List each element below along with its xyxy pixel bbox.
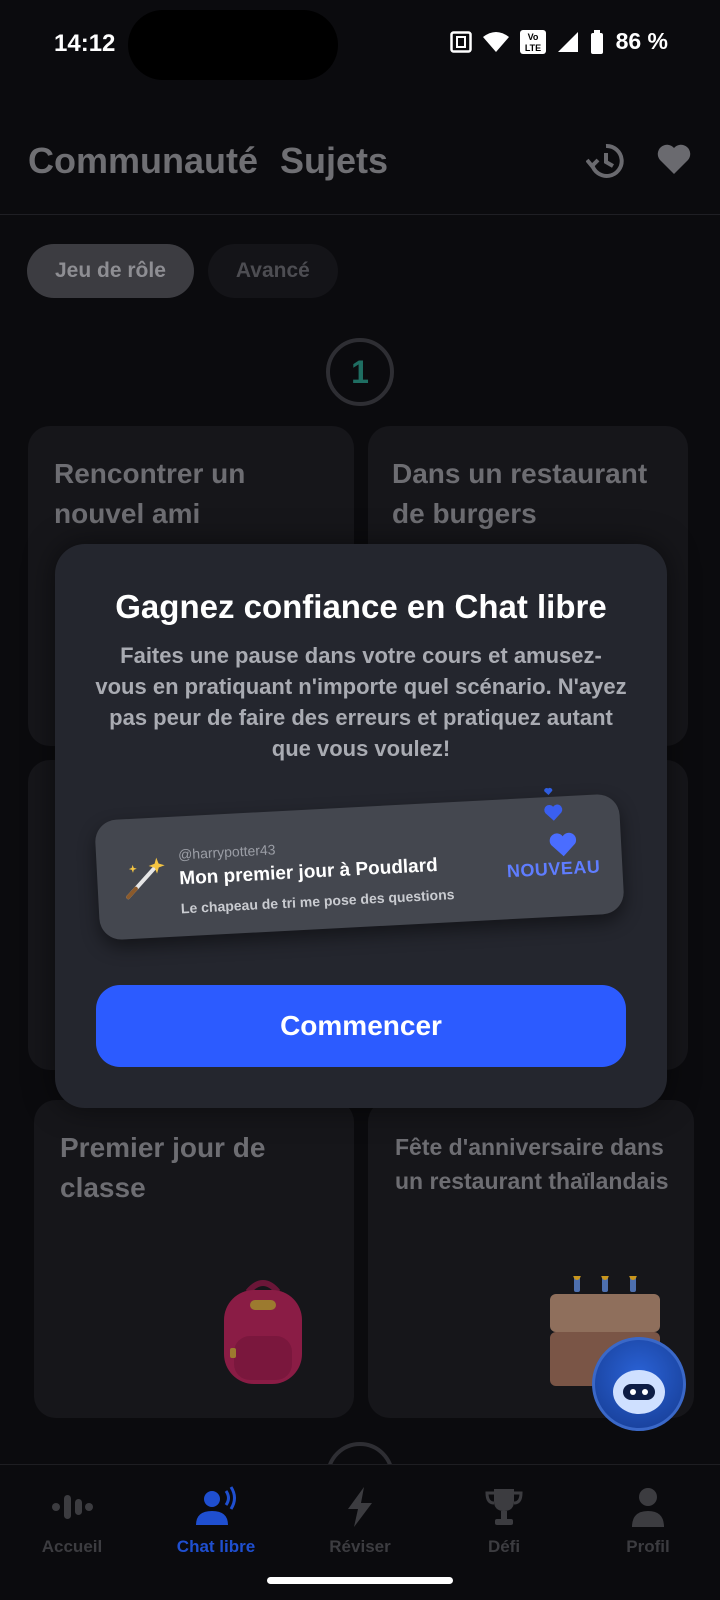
step-indicator: 1	[326, 338, 394, 406]
status-time: 14:12	[54, 30, 116, 57]
nav-label: Chat libre	[176, 1537, 256, 1556]
tab-communaute[interactable]: Communauté	[28, 140, 258, 182]
topic-card-title: Rencontrer un nouvel ami	[54, 458, 246, 529]
heart-icon[interactable]	[656, 142, 692, 176]
home-indicator[interactable]	[267, 1577, 453, 1584]
history-icon[interactable]	[586, 142, 624, 180]
status-bar: 14:12 Vo LTE 86 %	[0, 0, 720, 90]
filter-chips: Jeu de rôle Avancé	[27, 244, 338, 298]
scenario-author: @harrypotter43	[177, 841, 276, 863]
camera-cutout	[128, 10, 338, 80]
nav-item-defi[interactable]: Défi	[444, 1485, 564, 1557]
battery-percentage: 86 %	[615, 28, 668, 54]
lightning-icon	[348, 1487, 372, 1527]
header-actions	[586, 142, 692, 180]
chip-jeu-de-role[interactable]: Jeu de rôle	[27, 244, 194, 298]
nav-item-chat-libre[interactable]: Chat libre	[156, 1485, 276, 1557]
trophy-icon	[485, 1489, 523, 1525]
chip-avance[interactable]: Avancé	[207, 244, 338, 298]
scenario-preview-card: @harrypotter43 Mon premier jour à Poudla…	[94, 787, 625, 941]
promo-dialog: Gagnez confiance en Chat libre Faites un…	[55, 544, 667, 1108]
speaking-person-icon	[196, 1486, 236, 1525]
topic-card-title: Dans un restaurant de burgers	[392, 458, 648, 529]
nav-item-reviser[interactable]: Réviser	[300, 1485, 420, 1557]
floating-hearts-icon	[544, 787, 577, 857]
nav-label: Défi	[487, 1537, 521, 1556]
robot-face-icon	[613, 1370, 665, 1414]
nav-item-profil[interactable]: Profil	[588, 1485, 708, 1557]
nav-label: Réviser	[329, 1537, 391, 1556]
volte-icon: VoLTE	[519, 29, 546, 54]
dialog-body: Faites une pause dans votre cours et amu…	[95, 643, 627, 761]
start-button[interactable]: Commencer	[96, 985, 626, 1067]
nav-label: Profil	[626, 1537, 670, 1556]
magic-wand-icon	[126, 857, 165, 900]
battery-icon	[590, 29, 603, 54]
topic-card[interactable]: Premier jour de classe	[34, 1100, 354, 1418]
topic-card-title: Fête d'anniversaire dans un restaurant t…	[395, 1134, 669, 1194]
nav-item-accueil[interactable]: Accueil	[12, 1485, 132, 1557]
scenario-subtitle: Le chapeau de tri me pose des questions	[180, 886, 455, 917]
svg-text:LTE: LTE	[524, 43, 540, 53]
dialog-title: Gagnez confiance en Chat libre	[115, 588, 607, 625]
tab-sujets[interactable]: Sujets	[280, 140, 388, 182]
nav-label: Accueil	[41, 1537, 103, 1556]
status-icons: Vo LTE 86 %	[449, 28, 668, 55]
svg-text:Vo: Vo	[527, 32, 538, 42]
assistant-avatar-button[interactable]	[592, 1337, 686, 1431]
person-icon	[632, 1488, 664, 1527]
wifi-icon	[482, 31, 509, 52]
audio-wave-icon	[52, 1495, 93, 1519]
signal-icon	[557, 31, 578, 52]
backpack-illustration	[224, 1280, 302, 1384]
header-tabs: Communauté Sujets	[28, 140, 388, 182]
nfc-icon	[449, 30, 472, 53]
header-divider	[0, 214, 720, 215]
topic-card-title: Premier jour de classe	[60, 1132, 266, 1203]
